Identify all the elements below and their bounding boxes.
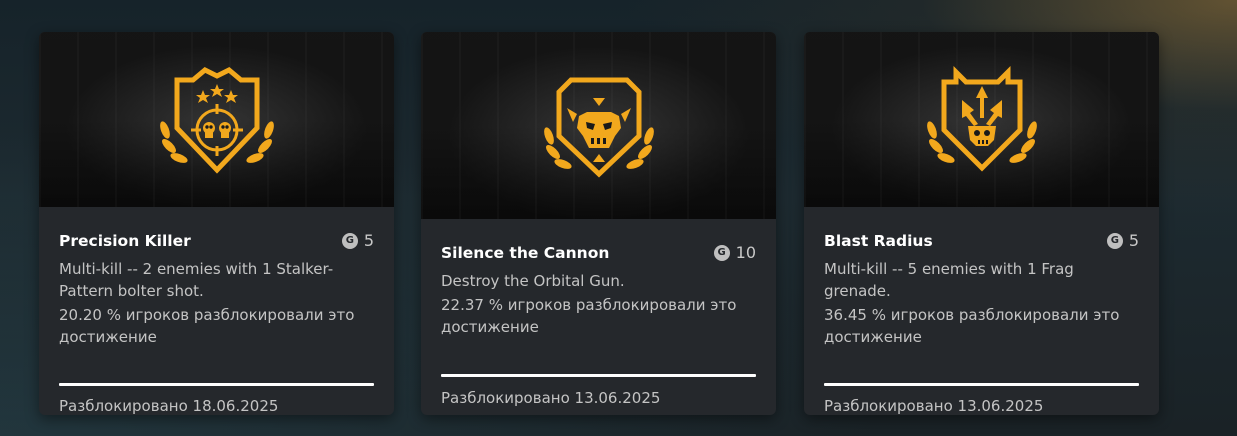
achievement-title: Precision Killer	[59, 231, 191, 250]
achievement-description: Multi-kill -- 5 enemies with 1 Frag gren…	[824, 260, 1074, 300]
progress-divider	[59, 383, 374, 386]
gamerscore: G 10	[713, 243, 756, 262]
gamerscore: G 5	[341, 231, 374, 250]
gamerscore-icon: G	[1106, 232, 1123, 249]
unlock-date: Разблокировано 13.06.2025	[441, 389, 661, 407]
progress-divider	[824, 383, 1139, 386]
achievement-card[interactable]: Silence the Cannon G 10 Destroy the Orbi…	[421, 32, 776, 415]
gamerscore-value: 5	[1128, 231, 1139, 250]
achievement-description: Multi-kill -- 2 enemies with 1 Stalker-P…	[59, 260, 334, 300]
gamerscore-value: 10	[735, 243, 756, 262]
achievement-banner	[39, 32, 394, 207]
achievement-banner	[421, 32, 776, 219]
achievement-description: Destroy the Orbital Gun.	[441, 272, 625, 290]
gamerscore-value: 5	[363, 231, 374, 250]
achievement-title: Blast Radius	[824, 231, 933, 250]
achievement-title: Silence the Cannon	[441, 243, 610, 262]
achievement-card[interactable]: Blast Radius G 5 Multi-kill -- 5 enemies…	[804, 32, 1159, 415]
unlock-date: Разблокировано 18.06.2025	[59, 397, 279, 415]
gamerscore: G 5	[1106, 231, 1139, 250]
unlock-percentage: 36.45 % игроков разблокировали это дости…	[824, 306, 1120, 346]
progress-divider	[441, 374, 756, 377]
gamerscore-icon: G	[713, 244, 730, 261]
unlock-date: Разблокировано 13.06.2025	[824, 397, 1044, 415]
achievement-banner	[804, 32, 1159, 207]
gamerscore-icon: G	[341, 232, 358, 249]
ork-skull-icon	[543, 77, 654, 177]
explosion-skull-icon	[926, 65, 1037, 172]
unlock-percentage: 22.37 % игроков разблокировали это дости…	[441, 296, 737, 336]
crosshair-skulls-stars-icon	[159, 66, 274, 174]
achievement-card[interactable]: Precision Killer G 5 Multi-kill -- 2 ene…	[39, 32, 394, 415]
unlock-percentage: 20.20 % игроков разблокировали это дости…	[59, 306, 355, 346]
